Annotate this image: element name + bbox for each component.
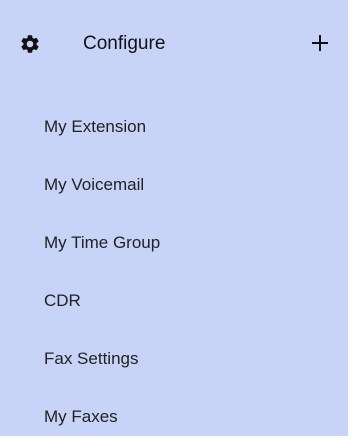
menu-item-label: Fax Settings: [44, 349, 139, 368]
configure-panel: Configure My Extension My Voicemail My T…: [0, 0, 348, 436]
menu-item-label: My Voicemail: [44, 175, 145, 194]
menu-item-my-voicemail[interactable]: My Voicemail: [0, 162, 348, 208]
menu-item-label: CDR: [44, 291, 81, 310]
configure-header[interactable]: Configure: [0, 0, 348, 88]
menu-item-my-extension[interactable]: My Extension: [0, 104, 348, 150]
menu-item-my-faxes[interactable]: My Faxes: [0, 394, 348, 440]
menu-item-label: My Extension: [44, 117, 147, 136]
menu-item-cdr[interactable]: CDR: [0, 278, 348, 324]
menu-item-label: My Faxes: [44, 407, 118, 426]
menu-item-label: My Time Group: [44, 233, 161, 252]
configure-label: Configure: [83, 33, 166, 54]
gear-icon: [21, 35, 39, 53]
menu-item-my-time-group[interactable]: My Time Group: [0, 220, 348, 266]
menu-item-fax-settings[interactable]: Fax Settings: [0, 336, 348, 382]
plus-icon[interactable]: [309, 32, 331, 54]
